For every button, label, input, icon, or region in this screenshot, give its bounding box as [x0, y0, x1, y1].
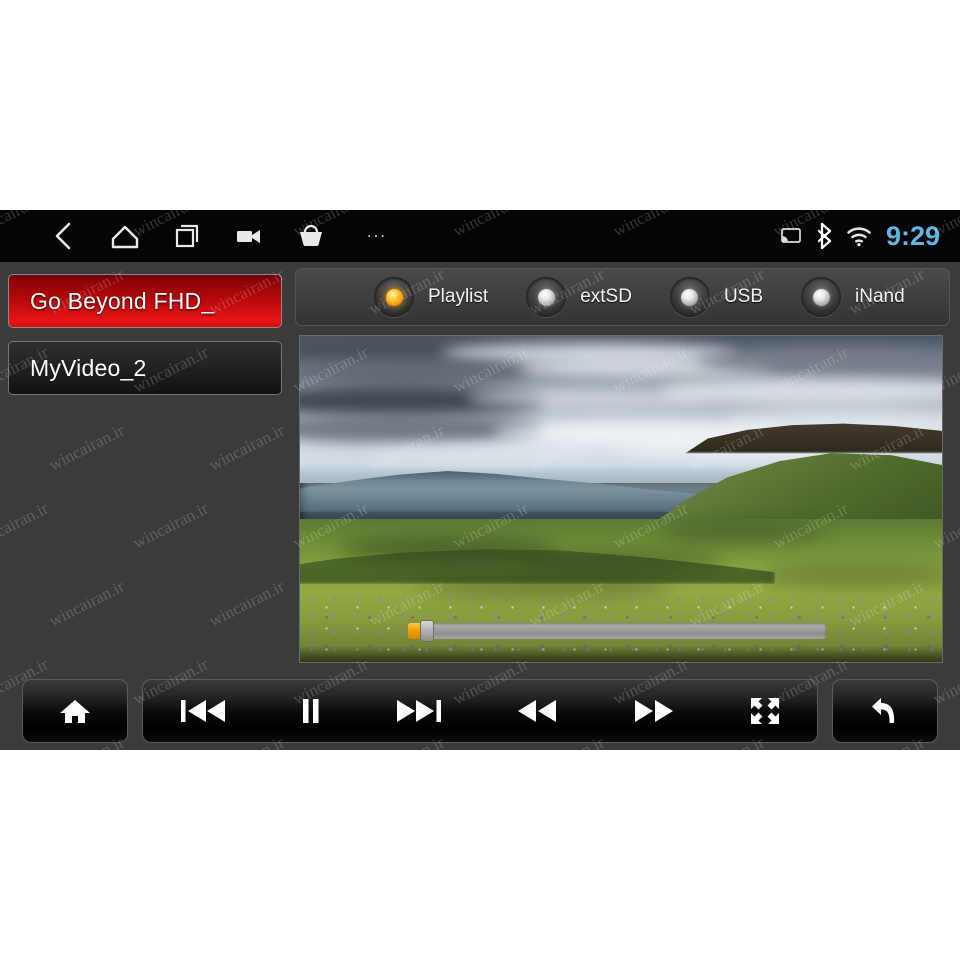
bluetooth-icon	[808, 210, 842, 262]
video-frame-image	[300, 336, 942, 662]
fast-forward-button[interactable]	[595, 680, 712, 742]
source-option-usb[interactable]: USB	[669, 277, 764, 317]
source-option-playlist[interactable]: Playlist	[374, 277, 488, 317]
return-arrow-icon[interactable]	[833, 680, 937, 742]
overflow-menu-icon[interactable]: ...	[342, 210, 412, 267]
home-icon[interactable]	[23, 680, 127, 742]
shopping-basket-icon[interactable]	[280, 210, 342, 262]
video-surface[interactable]	[299, 335, 943, 663]
fullscreen-button[interactable]	[712, 680, 817, 742]
video-camera-icon[interactable]	[218, 210, 280, 262]
foreground-shadow	[300, 645, 942, 662]
seek-progress-fill	[408, 623, 421, 639]
android-status-bar: ... 9:29	[0, 210, 960, 262]
status-bar-clock: 9:29	[885, 220, 940, 251]
player-control-bar	[0, 672, 960, 750]
radio-indicator-usb[interactable]	[669, 277, 710, 317]
meadow-shadow	[762, 564, 942, 587]
video-player-app: Go Beyond FHD_ MyVideo_2 Playlist extSD …	[0, 262, 960, 750]
radio-indicator-playlist[interactable]	[374, 277, 414, 317]
source-option-inand[interactable]: iNand	[801, 277, 905, 317]
playlist-panel: Go Beyond FHD_ MyVideo_2	[0, 262, 290, 672]
list-item[interactable]: Go Beyond FHD_	[8, 274, 282, 328]
player-right-panel: Playlist extSD USB iNand	[290, 262, 960, 672]
playlist-item-label: MyVideo_2	[30, 354, 147, 381]
back-button[interactable]	[832, 679, 938, 743]
source-option-extsd[interactable]: extSD	[526, 277, 632, 317]
source-selector-bar: Playlist extSD USB iNand	[295, 268, 950, 326]
list-item[interactable]: MyVideo_2	[8, 341, 282, 395]
rewind-button[interactable]	[478, 680, 595, 742]
wifi-icon	[842, 210, 876, 262]
source-option-label: Playlist	[428, 286, 489, 307]
back-icon[interactable]	[32, 210, 94, 262]
pause-button[interactable]	[262, 680, 359, 742]
home-icon[interactable]	[94, 210, 156, 262]
cloud	[364, 443, 621, 464]
source-option-label: USB	[723, 286, 764, 307]
radio-indicator-inand[interactable]	[801, 277, 842, 317]
source-option-label: iNand	[855, 286, 905, 307]
previous-track-button[interactable]	[143, 680, 262, 742]
seek-thumb[interactable]	[419, 620, 434, 642]
source-option-label: extSD	[580, 286, 632, 307]
home-button[interactable]	[22, 679, 128, 743]
recent-apps-icon[interactable]	[156, 210, 218, 262]
car-stereo-screen: ... 9:29 Go Beyond FHD_ MyVideo_2 Playli…	[0, 210, 960, 750]
cast-icon	[774, 210, 808, 262]
meadow-shadow	[518, 551, 724, 571]
seek-bar[interactable]	[408, 620, 826, 642]
radio-indicator-extsd[interactable]	[526, 277, 567, 317]
seek-track[interactable]	[408, 623, 826, 639]
transport-controls	[142, 679, 818, 743]
playlist-item-label: Go Beyond FHD_	[30, 287, 215, 314]
next-track-button[interactable]	[359, 680, 478, 742]
